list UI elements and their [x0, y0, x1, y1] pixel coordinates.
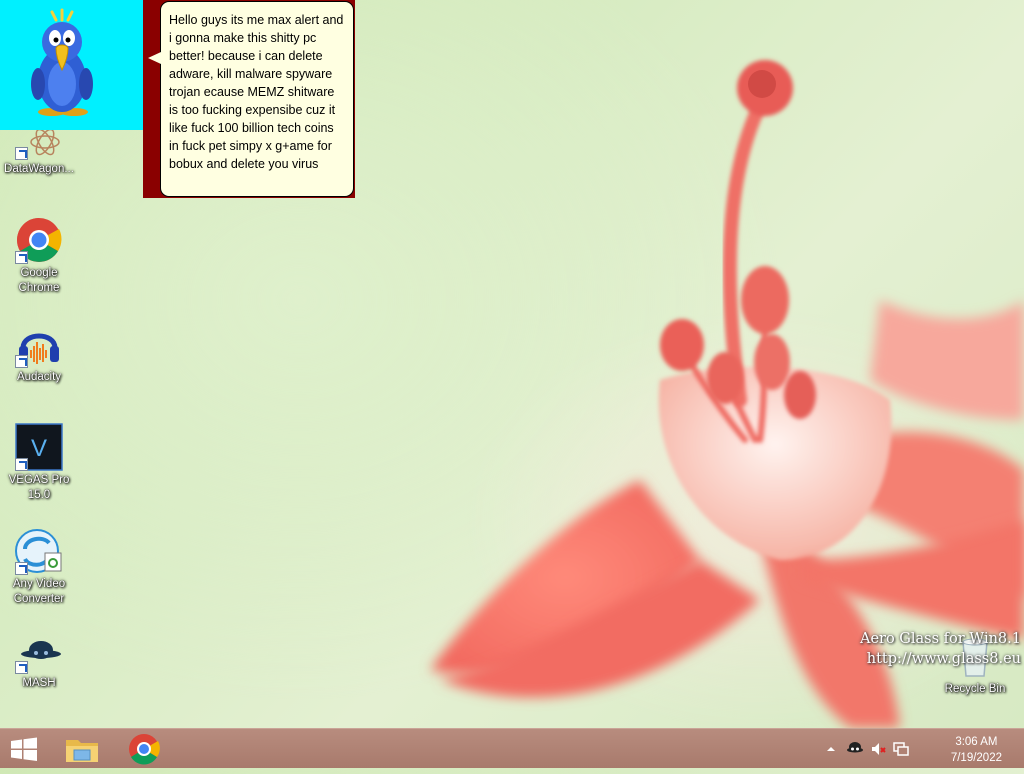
- balloon-text: Hello guys its me max alert and i gonna …: [169, 13, 344, 171]
- any-video-converter-icon: [15, 527, 63, 575]
- agent-tray-icon[interactable]: [846, 740, 864, 758]
- desktop-icon-label: DataWagon...: [4, 163, 74, 175]
- shortcut-arrow-icon: [15, 355, 28, 368]
- desktop-icon-mash[interactable]: MASH: [1, 636, 77, 691]
- taskbar-clock[interactable]: 3:06 AM 7/19/2022: [951, 734, 1002, 766]
- shortcut-arrow-icon: [15, 661, 28, 674]
- taskbar-chrome-button[interactable]: [120, 729, 168, 769]
- desktop-icon-label: MASH: [22, 677, 56, 689]
- desktop-icon-label: Recycle Bin: [944, 683, 1006, 695]
- taskbar-file-explorer-button[interactable]: [58, 729, 106, 769]
- agent-speech-balloon[interactable]: Hello guys its me max alert and i gonna …: [160, 1, 354, 197]
- desktop-icon-label: VEGAS Pro 15.0: [8, 474, 70, 501]
- shortcut-arrow-icon: [15, 147, 28, 160]
- shortcut-arrow-icon: [15, 251, 28, 264]
- agent-speech-balloon-frame: Hello guys its me max alert and i gonna …: [143, 0, 355, 198]
- desktop-icon-audacity[interactable]: Audacity: [1, 320, 77, 385]
- shortcut-arrow-icon: [15, 562, 28, 575]
- shortcut-arrow-icon: [15, 458, 28, 471]
- volume-muted-icon[interactable]: [870, 740, 888, 758]
- parrot-agent-icon: [31, 8, 93, 116]
- start-button[interactable]: [0, 729, 48, 769]
- mash-icon: [15, 636, 63, 674]
- chrome-icon: [129, 734, 160, 765]
- clock-date: 7/19/2022: [950, 752, 1002, 764]
- datawagon-icon: [15, 126, 63, 160]
- balloon-tail: [148, 52, 161, 64]
- desktop-icon-datawagon[interactable]: DataWagon...: [1, 126, 77, 177]
- taskbar: 3:06 AM 7/19/2022: [0, 728, 1024, 768]
- chrome-icon: [15, 216, 63, 264]
- watermark-line-1: Aero Glass for Win8.1: [859, 631, 1021, 647]
- desktop-icon-any-video-converter[interactable]: Any Video Converter: [1, 527, 77, 607]
- agent-character-window[interactable]: [0, 0, 143, 130]
- svg-text:V: V: [31, 435, 47, 462]
- clock-time: 3:06 AM: [955, 736, 998, 748]
- aero-glass-watermark: Aero Glass for Win8.1 http://www.glass8.…: [860, 629, 1021, 669]
- desktop-icon-google-chrome[interactable]: Google Chrome: [1, 216, 77, 296]
- desktop-icon-vegas-pro[interactable]: V VEGAS Pro 15.0: [1, 423, 77, 503]
- desktop-icon-label: Any Video Converter: [12, 578, 66, 605]
- show-hidden-icons-chevron[interactable]: [822, 740, 840, 758]
- system-tray: 3:06 AM 7/19/2022: [814, 729, 1024, 769]
- audacity-icon: [15, 320, 63, 368]
- desktop-icon-label: Audacity: [16, 371, 62, 383]
- desktop-icon-label: Google Chrome: [18, 267, 60, 294]
- folder-icon: [66, 740, 98, 762]
- desktop[interactable]: DataWagon... Google Chrome Audacity V VE…: [0, 0, 1024, 728]
- network-icon[interactable]: [892, 740, 910, 758]
- vegas-pro-icon: V: [15, 423, 63, 471]
- watermark-line-2: http://www.glass8.eu: [866, 651, 1021, 667]
- windows-logo-icon: [11, 737, 37, 761]
